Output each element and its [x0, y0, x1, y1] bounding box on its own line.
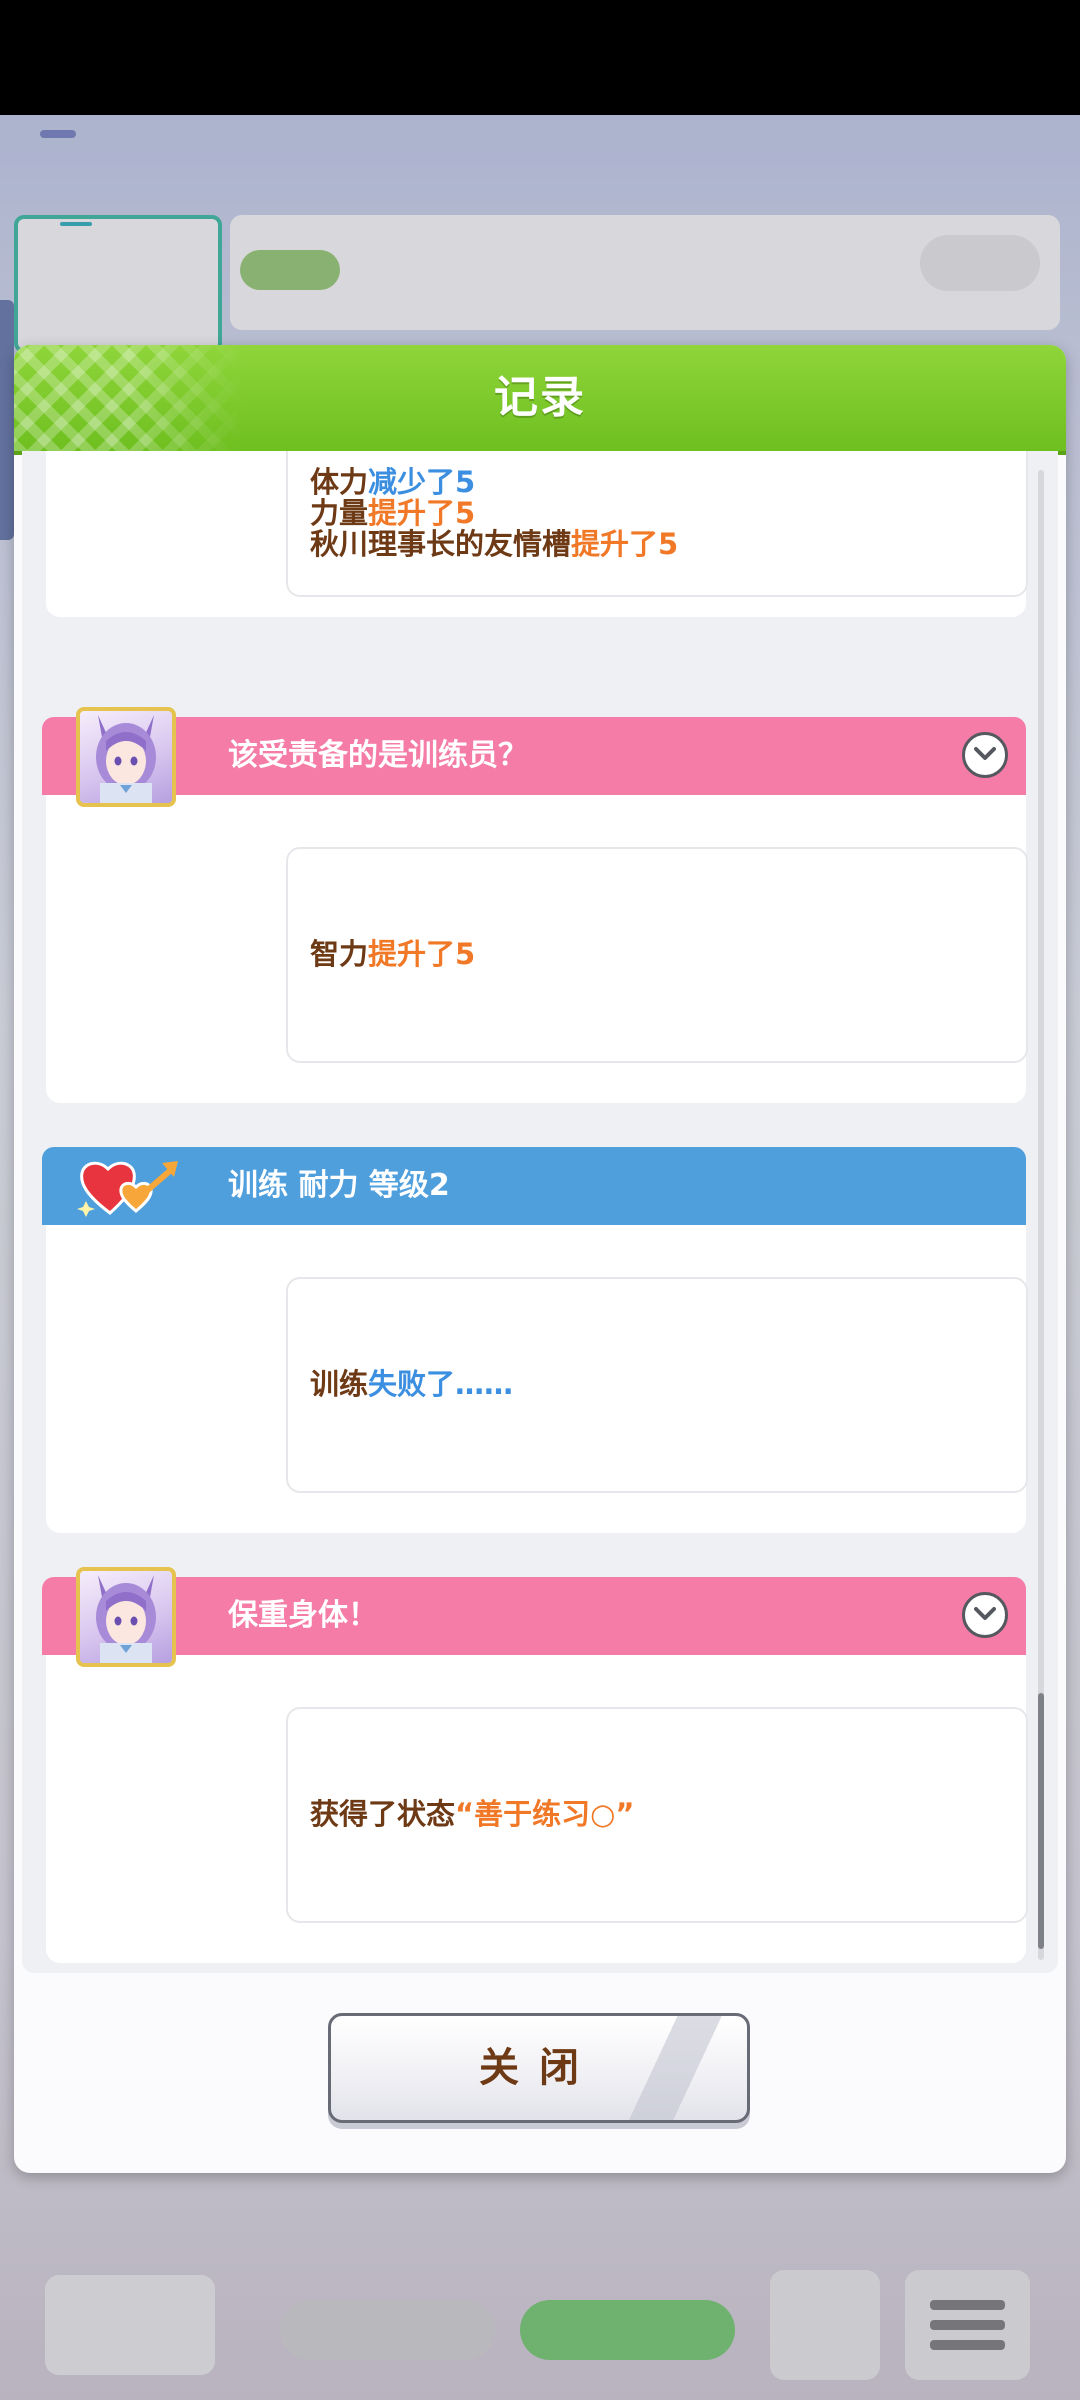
expand-chevron-icon[interactable] [962, 732, 1008, 778]
scrollbar-thumb[interactable] [1038, 1693, 1044, 1949]
log-line: 智力提升了5 [310, 937, 476, 971]
entry-header[interactable]: 该受责备的是训练员？ [42, 717, 1026, 795]
log-line: 体力减少了5 [310, 465, 476, 499]
log-line: 获得了状态“善于练习○” [310, 1797, 635, 1831]
log-detail-box: 智力提升了5 [286, 847, 1028, 1063]
log-line: 秋川理事长的友情槽提升了5 [310, 527, 679, 561]
entry-header: 训练 耐力 等级2 [42, 1147, 1026, 1225]
heart-arrow-icon [76, 1151, 186, 1221]
entry-title: 保重身体！ [228, 1598, 378, 1633]
close-button[interactable]: 关闭 [328, 2013, 750, 2123]
character-avatar-icon [76, 1567, 176, 1667]
log-detail-box: 获得了状态“善于练习○” [286, 1707, 1028, 1923]
log-entry-training: 训练 耐力 等级2 训练失败了…… [42, 1147, 1028, 1533]
character-avatar-icon [76, 707, 176, 807]
log-dialog: 记录 体力减少了5 力量提升了5 秋川理事长的友情槽提升了5 该受责备的是训练员… [14, 345, 1066, 2173]
log-detail-box: 训练失败了…… [286, 1277, 1028, 1493]
status-bar [0, 0, 1080, 115]
log-entry-event: 该受责备的是训练员？ 智力提升了5 [42, 707, 1028, 1103]
log-scroll-area[interactable]: 体力减少了5 力量提升了5 秋川理事长的友情槽提升了5 该受责备的是训练员？ 智… [22, 451, 1058, 1973]
close-button-label: 关闭 [479, 2045, 599, 2091]
entry-title: 该受责备的是训练员？ [228, 738, 528, 773]
entry-header[interactable]: 保重身体！ [42, 1577, 1026, 1655]
expand-chevron-icon[interactable] [962, 1592, 1008, 1638]
dialog-title: 记录 [494, 372, 586, 423]
log-detail-box: 体力减少了5 力量提升了5 秋川理事长的友情槽提升了5 [286, 451, 1028, 597]
log-entry-event: 保重身体！ 获得了状态“善于练习○” [42, 1567, 1028, 1963]
log-line: 力量提升了5 [310, 496, 476, 530]
entry-title: 训练 耐力 等级2 [228, 1168, 450, 1203]
log-line: 训练失败了…… [310, 1367, 514, 1401]
log-entry: 体力减少了5 力量提升了5 秋川理事长的友情槽提升了5 [46, 451, 1028, 617]
dialog-header: 记录 [14, 345, 1066, 455]
